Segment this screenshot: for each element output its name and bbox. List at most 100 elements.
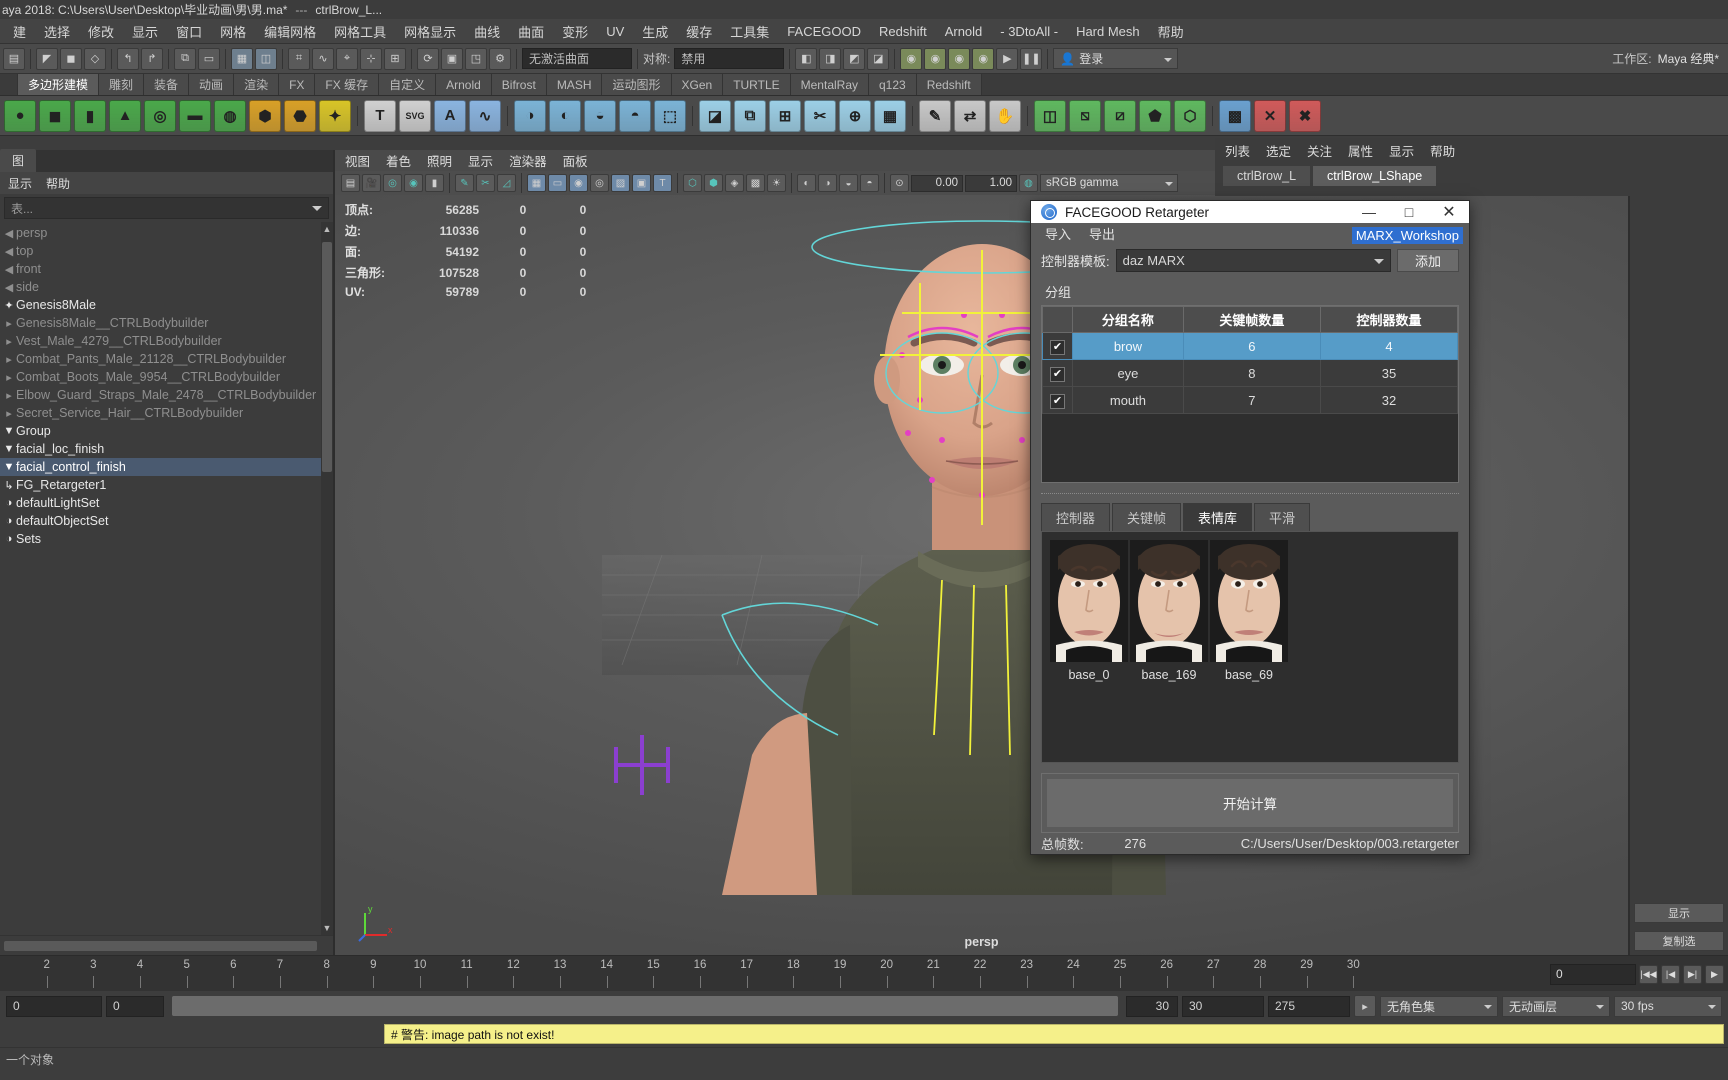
menu-item-3[interactable]: 显示: [123, 19, 167, 43]
camera-attributes-icon[interactable]: 🎥: [362, 174, 381, 192]
minimize-icon[interactable]: —: [1349, 201, 1389, 223]
outliner-tree[interactable]: ◀ persp ◀ top ◀ front ◀ side ✦ Genesis8Male ▸ Genes…: [0, 222, 333, 935]
shelf-tab-poly-modeling[interactable]: 多边形建模: [18, 74, 100, 95]
start-calculation-button[interactable]: 开始计算: [1047, 779, 1453, 827]
menu-item-1[interactable]: 选择: [35, 19, 79, 43]
outliner-expand-icon[interactable]: ▸: [2, 407, 16, 420]
outliner-expand-icon[interactable]: ▼: [2, 443, 16, 455]
outliner-filter-combo[interactable]: 表...: [4, 197, 329, 219]
cylinder-icon[interactable]: ▮: [74, 99, 106, 132]
outliner-expand-icon[interactable]: ◀: [2, 281, 16, 294]
add-button[interactable]: 添加: [1397, 249, 1459, 272]
bridge-icon[interactable]: ⧉: [734, 99, 766, 132]
cb-top-help[interactable]: 帮助: [1430, 141, 1455, 160]
playback-pause-icon[interactable]: ❚❚: [1020, 47, 1043, 70]
close-icon[interactable]: ✕: [1429, 201, 1469, 223]
menu-item-2[interactable]: 修改: [79, 19, 123, 43]
node-tab-shape[interactable]: ctrlBrow_LShape: [1313, 166, 1437, 186]
step-forward-icon[interactable]: ▶|: [1683, 964, 1702, 984]
range-lock-icon[interactable]: ▸: [1354, 995, 1376, 1017]
dialog-tab-smooth[interactable]: 平滑: [1254, 503, 1311, 531]
menu-item-11[interactable]: 变形: [553, 19, 597, 43]
shelf-tab-bifrost[interactable]: Bifrost: [491, 74, 547, 95]
current-frame-field[interactable]: 0: [1550, 963, 1636, 985]
viewport-menu-lighting[interactable]: 照明: [427, 151, 452, 170]
playback-green-a-icon[interactable]: ◉: [900, 47, 923, 70]
snap-view-plane-icon[interactable]: ⊞: [384, 47, 406, 70]
menu-item-8[interactable]: 网格显示: [395, 19, 465, 43]
lights-icon[interactable]: ☀: [767, 174, 786, 192]
playback-play-icon[interactable]: ▶: [996, 47, 1019, 70]
expression-thumbnail-base_0[interactable]: base_0: [1050, 540, 1128, 682]
menu-item-hardmesh[interactable]: Hard Mesh: [1067, 21, 1149, 42]
boolean-icon[interactable]: ◑: [514, 99, 546, 132]
text-overlay-icon[interactable]: T: [653, 174, 672, 192]
outliner-expand-icon[interactable]: ◑: [2, 497, 16, 509]
shaded-wire-icon[interactable]: ◈: [725, 174, 744, 192]
outliner-hscroll-thumb[interactable]: [4, 940, 317, 951]
channelbox-show-button[interactable]: 显示: [1634, 903, 1724, 923]
menu-item-3dtoall[interactable]: - 3DtoAll -: [991, 21, 1067, 42]
menu-item-15[interactable]: 工具集: [721, 19, 778, 43]
torus-icon[interactable]: ◎: [144, 99, 176, 132]
shelf-tab-menu-icon[interactable]: [0, 74, 18, 95]
outliner-item-fg-retargeter1[interactable]: ↳ FG_Retargeter1: [0, 476, 333, 494]
outliner-menu-help[interactable]: 帮助: [46, 175, 70, 192]
outliner-item-top[interactable]: ◀ top: [0, 242, 333, 260]
select-by-hierarchy-icon[interactable]: ◤: [36, 47, 58, 70]
outliner-item-sets[interactable]: ◑ Sets: [0, 530, 333, 548]
xray-icon[interactable]: ▨: [611, 174, 630, 192]
range-slider-bar[interactable]: [172, 996, 1118, 1016]
star-icon[interactable]: ✦: [319, 99, 351, 132]
outliner-expand-icon[interactable]: ◑: [2, 533, 16, 545]
shelf-tab-rigging[interactable]: 装备: [144, 74, 190, 95]
cb-top-attributes[interactable]: 属性: [1348, 141, 1373, 160]
ao-icon[interactable]: ◑: [818, 174, 837, 192]
outliner-item-secret-service-hair-ctrlbodybuilder[interactable]: ▸ Secret_Service_Hair__CTRLBodybuilder: [0, 404, 333, 422]
toggle-panel-a-icon[interactable]: ◧: [795, 47, 818, 70]
render-settings-icon[interactable]: ⚙: [489, 47, 511, 70]
menu-item-0[interactable]: 建: [4, 19, 35, 43]
symmetry-value-field[interactable]: 禁用: [674, 48, 785, 69]
outliner-item-vest-male-4279-ctrlbodybuilder[interactable]: ▸ Vest_Male_4279__CTRLBodybuilder: [0, 332, 333, 350]
slide-icon[interactable]: ⇄: [954, 99, 986, 132]
component-mask-vertex-icon[interactable]: ▦: [231, 47, 253, 70]
outliner-expand-icon[interactable]: ◀: [2, 227, 16, 240]
outliner-item-facial-control-finish[interactable]: ▼ facial_control_finish: [0, 458, 333, 476]
menu-item-arnold[interactable]: Arnold: [936, 21, 992, 42]
type-icon[interactable]: A: [434, 99, 466, 132]
separate-icon[interactable]: ◒: [584, 99, 616, 132]
ipr-icon[interactable]: ◳: [465, 47, 487, 70]
menu-item-facegood[interactable]: FACEGOOD: [778, 21, 870, 42]
cone-icon[interactable]: ▲: [109, 99, 141, 132]
object-mode-icon[interactable]: ▭: [198, 47, 220, 70]
playback-end-field[interactable]: 275: [1268, 995, 1350, 1017]
template-combo[interactable]: daz MARX: [1115, 249, 1391, 272]
shelf-tab-q123[interactable]: q123: [869, 74, 917, 95]
symmetry-icon[interactable]: ⧄: [1104, 99, 1136, 132]
smooth-shade-icon[interactable]: ⬢: [704, 174, 723, 192]
character-set-combo[interactable]: 无角色集: [1380, 995, 1498, 1017]
platonic-icon[interactable]: ⬢: [249, 99, 281, 132]
outliner-item-genesis8male[interactable]: ✦ Genesis8Male: [0, 296, 333, 314]
outliner-expand-icon[interactable]: ◑: [2, 515, 16, 527]
shelf-tab-arnold[interactable]: Arnold: [436, 74, 492, 95]
textured-icon[interactable]: ▩: [746, 174, 765, 192]
cb-top-selected[interactable]: 选定: [1266, 141, 1291, 160]
xray-joints-icon[interactable]: ▣: [632, 174, 651, 192]
outliner-scrollbar[interactable]: ▲ ▼: [321, 222, 333, 935]
outliner-expand-icon[interactable]: ◀: [2, 245, 16, 258]
image-plane-icon[interactable]: ▮: [425, 174, 444, 192]
grid-toggle-icon[interactable]: ▦: [527, 174, 546, 192]
menu-item-14[interactable]: 缓存: [677, 19, 721, 43]
menu-item-10[interactable]: 曲面: [509, 19, 553, 43]
maximize-icon[interactable]: □: [1389, 201, 1429, 223]
cut-icon[interactable]: ⬟: [1139, 99, 1171, 132]
film-gate-icon[interactable]: ▭: [548, 174, 567, 192]
playback-green-b-icon[interactable]: ◉: [924, 47, 947, 70]
group-table-container[interactable]: 分组名称 关键帧数量 控制器数量 ✔ brow 6 4 ✔ eye 8 35 ✔ mouth 7 32: [1041, 305, 1459, 483]
scroll-up-icon[interactable]: ▲: [322, 224, 332, 234]
redo-icon[interactable]: ↱: [141, 47, 163, 70]
anim-start-field[interactable]: 0: [106, 995, 164, 1017]
group-row-mouth[interactable]: ✔ mouth 7 32: [1042, 386, 1458, 414]
